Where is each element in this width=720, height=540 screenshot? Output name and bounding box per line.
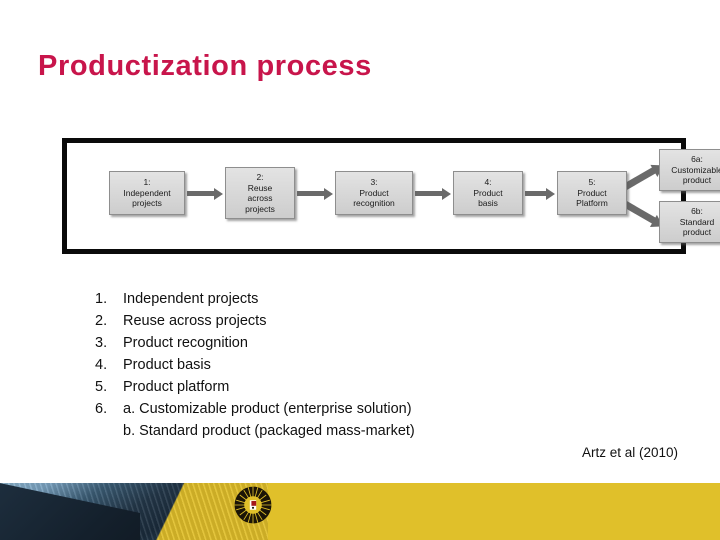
list-item-number: 2.	[95, 313, 108, 329]
process-box-6a-line2: product	[682, 175, 712, 186]
process-box-6a-line1: Customizable	[671, 164, 720, 175]
process-box-5-line2: Platform	[576, 198, 608, 209]
arrow-step4-to-step5	[525, 187, 555, 200]
process-box-5-number: 5:	[588, 177, 596, 188]
process-box-3-line2: recognition	[353, 198, 395, 209]
list-item-number: 4.	[95, 357, 108, 373]
list-item-number: 5.	[95, 379, 108, 395]
list-item-number: 1.	[95, 291, 108, 307]
arrow-step1-to-step2	[187, 187, 223, 200]
process-box-2-line2: across	[247, 193, 273, 203]
process-box-4: 4: Product basis	[453, 171, 523, 215]
process-box-5: 5: Product Platform	[557, 171, 627, 215]
list-item-number: 6.	[95, 401, 108, 417]
arrow-step2-to-step3	[297, 187, 333, 200]
list-item-6-sub-a: a. Customizable product (enterprise solu…	[123, 401, 412, 417]
process-box-4-line1: Product	[473, 187, 503, 198]
process-box-3-line1: Product	[359, 187, 389, 198]
process-box-6a-number: 6a:	[691, 154, 703, 165]
process-box-3: 3: Product recognition	[335, 171, 413, 215]
process-box-2-line3: projects	[245, 203, 275, 214]
source-citation: Artz et al (2010)	[581, 445, 678, 460]
list-item: 5. Product platform	[95, 376, 535, 398]
list-item: 2. Reuse across projects	[95, 310, 535, 332]
process-box-6b-number: 6b:	[691, 206, 703, 217]
building-photo	[0, 483, 268, 540]
list-item-label: Product platform	[123, 379, 230, 395]
list-item-label: Product basis	[123, 357, 211, 373]
university-sun-emblem-icon	[234, 486, 272, 524]
process-box-6b-line2: product	[682, 227, 712, 238]
list-item: 1. Independent projects	[95, 288, 535, 310]
list-item: 6. a. Customizable product (enterprise s…	[95, 398, 535, 442]
list-item-number: 3.	[95, 335, 108, 351]
process-box-6b: 6b: Standard product	[659, 201, 720, 243]
process-diagram-figure: 1: Independent projects 2: Reuse across …	[62, 138, 720, 254]
process-diagram-canvas: 1: Independent projects 2: Reuse across …	[67, 143, 720, 249]
process-box-1-line1: Independent	[123, 187, 171, 198]
process-box-4-line2: basis	[478, 198, 498, 209]
list-item-label: Reuse across projects	[123, 313, 267, 329]
footer-band	[0, 483, 720, 540]
list-item-label: Product recognition	[123, 335, 248, 351]
list-item-label: Independent projects	[123, 291, 259, 307]
list-item-6-sub-b: b. Standard product (packaged mass-marke…	[123, 423, 415, 439]
process-box-5-line1: Product	[577, 187, 607, 198]
process-box-1: 1: Independent projects	[109, 171, 185, 215]
process-box-1-number: 1:	[143, 177, 151, 188]
process-box-2-number: 2:	[256, 172, 264, 182]
process-box-6a: 6a: Customizable product	[659, 149, 720, 191]
list-item-sublabels: a. Customizable product (enterprise solu…	[123, 398, 535, 442]
list-item: 3. Product recognition	[95, 332, 535, 354]
process-box-1-line2: projects	[132, 198, 162, 209]
process-box-4-number: 4:	[484, 177, 492, 188]
list-item: 4. Product basis	[95, 354, 535, 376]
arrow-step3-to-step4	[415, 187, 451, 200]
process-box-3-number: 3:	[370, 177, 378, 188]
process-box-6b-line1: Standard	[679, 216, 715, 227]
process-step-list: 1. Independent projects 2. Reuse across …	[95, 288, 535, 442]
process-box-2: 2: Reuse across projects	[225, 167, 295, 219]
process-box-2-line1: Reuse	[247, 182, 273, 193]
page-title: Productization process	[38, 50, 372, 82]
